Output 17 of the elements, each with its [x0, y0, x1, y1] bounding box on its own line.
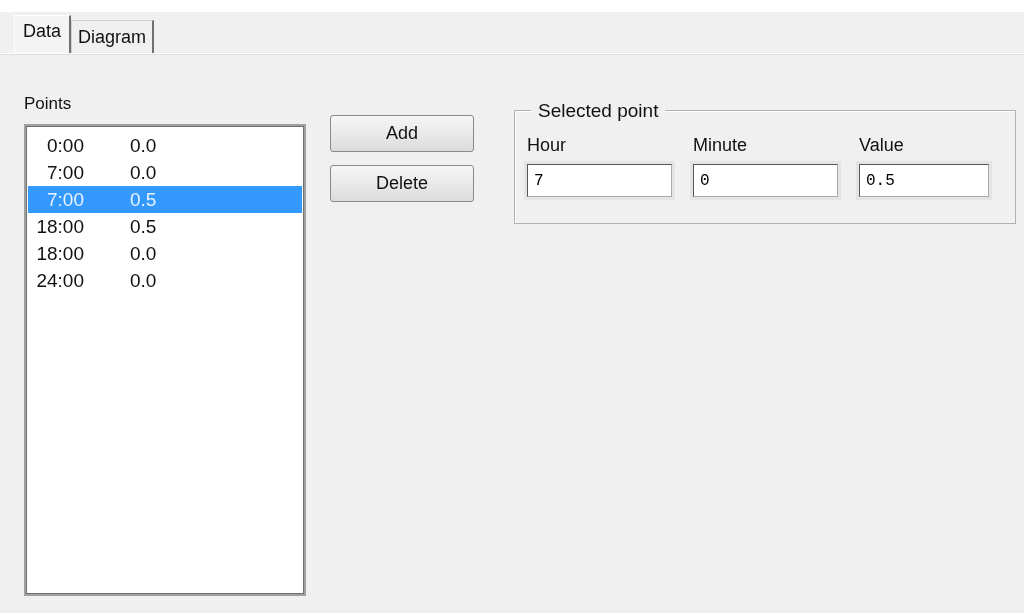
input-field[interactable]: 7: [527, 164, 672, 197]
input-field[interactable]: 0.5: [859, 164, 989, 197]
delete-button[interactable]: Delete: [330, 165, 474, 202]
field-label: Hour: [527, 135, 567, 156]
list-item[interactable]: 0:00 0.0: [28, 132, 302, 159]
tab[interactable]: Data: [14, 15, 72, 53]
tab[interactable]: Diagram: [71, 20, 155, 53]
list-item[interactable]: 7:00 0.0: [28, 159, 302, 186]
field-label: Value: [859, 135, 905, 156]
list-item[interactable]: 18:00 0.5: [28, 213, 302, 240]
input-field[interactable]: 0: [693, 164, 838, 197]
list-item[interactable]: 18:00 0.0: [28, 240, 302, 267]
list-item[interactable]: 24:00 0.0: [28, 267, 302, 294]
points-list[interactable]: 0:00 0.0 7:00 0.0 7:00 0.5 18:00 0.5 18:00 0.0 24:00 0.0: [24, 124, 306, 596]
points-label: Points: [24, 94, 73, 114]
add-button[interactable]: Add: [330, 115, 474, 152]
field-label: Minute: [693, 135, 749, 156]
